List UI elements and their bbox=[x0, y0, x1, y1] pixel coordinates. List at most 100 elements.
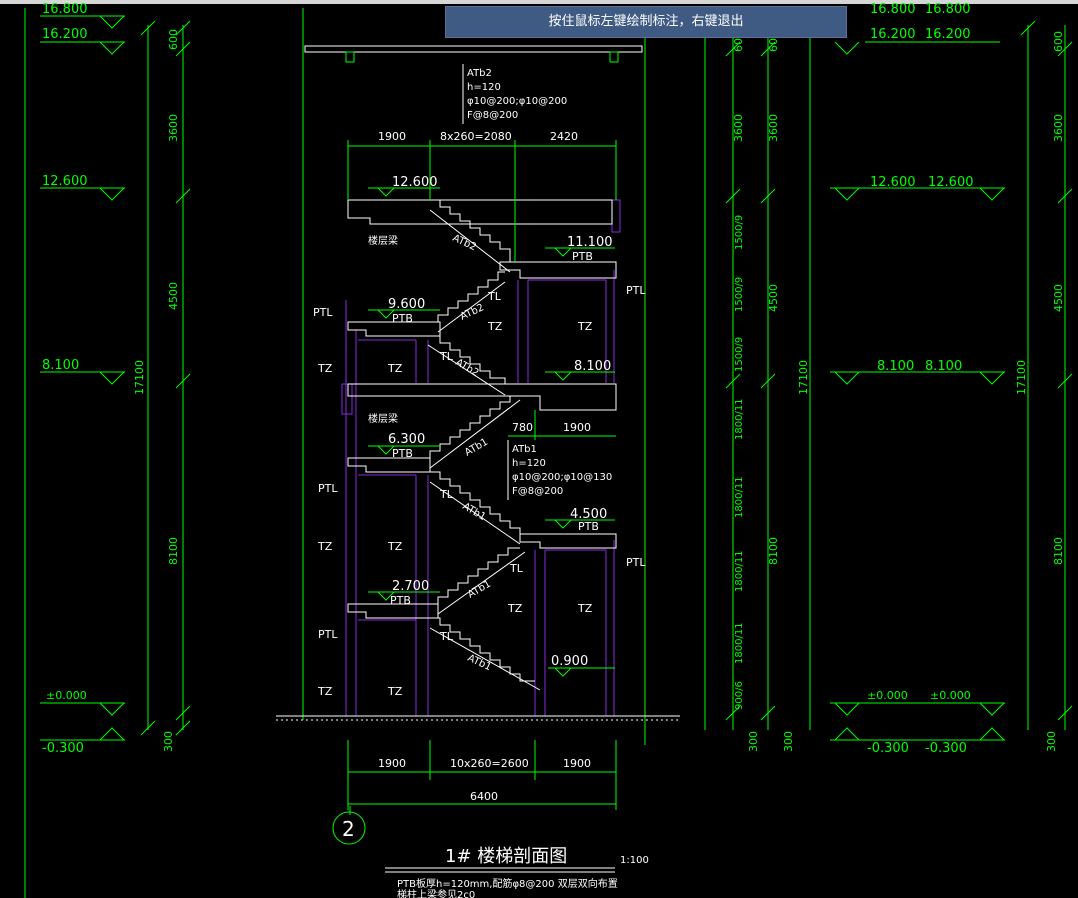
svg-text:TZ: TZ bbox=[577, 602, 593, 615]
svg-text:1800/11: 1800/11 bbox=[734, 476, 745, 518]
svg-text:12.600: 12.600 bbox=[870, 175, 916, 190]
drawing-title: 1# 楼梯剖面图 bbox=[445, 846, 567, 867]
svg-text:F@8@200: F@8@200 bbox=[512, 486, 563, 497]
svg-text:ATb1: ATb1 bbox=[461, 501, 488, 523]
svg-text:ATb2: ATb2 bbox=[451, 233, 478, 253]
svg-text:TZ: TZ bbox=[387, 362, 403, 375]
svg-text:16.800: 16.800 bbox=[925, 2, 971, 17]
level-text: 16.200 bbox=[42, 27, 88, 42]
dim-text: 3600 bbox=[167, 114, 180, 142]
svg-text:1500/9: 1500/9 bbox=[734, 337, 745, 372]
svg-text:600: 600 bbox=[1052, 31, 1065, 52]
level-text: 9.600 bbox=[388, 297, 425, 312]
svg-text:1800/11: 1800/11 bbox=[734, 550, 745, 592]
left-level-marker: 12.600 bbox=[40, 174, 125, 201]
svg-text:8100: 8100 bbox=[767, 537, 780, 565]
svg-text:1500/9: 1500/9 bbox=[734, 277, 745, 312]
left-level-marker: 16.800 bbox=[40, 2, 125, 29]
svg-text:PTB: PTB bbox=[578, 520, 599, 533]
svg-text:-0.300: -0.300 bbox=[925, 741, 967, 756]
level-text: 12.600 bbox=[42, 174, 88, 189]
svg-text:h=120: h=120 bbox=[467, 82, 501, 93]
svg-text:16.200: 16.200 bbox=[925, 27, 971, 42]
svg-text:TZ: TZ bbox=[317, 362, 333, 375]
svg-text:ATb1: ATb1 bbox=[466, 579, 493, 601]
dim-text: 600 bbox=[167, 29, 180, 50]
svg-text:TL: TL bbox=[509, 562, 524, 575]
svg-text:TZ: TZ bbox=[507, 602, 523, 615]
svg-text:φ10@200;φ10@130: φ10@200;φ10@130 bbox=[512, 472, 612, 483]
dim-text: 1900 bbox=[378, 757, 406, 770]
svg-text:4500: 4500 bbox=[767, 284, 780, 312]
svg-text:4500: 4500 bbox=[1052, 284, 1065, 312]
right-level-marker: 8.100 8.100 bbox=[830, 359, 1005, 385]
dim-text: 10x260=2600 bbox=[450, 757, 529, 770]
svg-text:ATb2: ATb2 bbox=[467, 68, 492, 79]
right-level-marker: 16.200 16.200 bbox=[834, 27, 1000, 55]
svg-text:-0.300: -0.300 bbox=[867, 741, 909, 756]
roof-slab bbox=[304, 45, 643, 53]
svg-text:17100: 17100 bbox=[1015, 360, 1028, 395]
level-text: 8.100 bbox=[574, 359, 611, 374]
svg-text:h=120: h=120 bbox=[512, 458, 546, 469]
svg-text:8.100: 8.100 bbox=[877, 359, 914, 374]
svg-text:PTB: PTB bbox=[390, 594, 411, 607]
svg-text:TZ: TZ bbox=[487, 320, 503, 333]
dim-text: 780 bbox=[512, 421, 533, 434]
svg-text:TZ: TZ bbox=[577, 320, 593, 333]
svg-text:PTL: PTL bbox=[318, 482, 338, 495]
dim-text: 1900 bbox=[563, 421, 591, 434]
left-level-marker: 16.200 bbox=[40, 27, 125, 55]
level-text: 8.100 bbox=[42, 358, 79, 373]
stair-section-drawing: 1900 8x260=2080 2420 1900 10x260=2600 19… bbox=[276, 8, 680, 898]
svg-text:PTB: PTB bbox=[392, 312, 413, 325]
dim-text: 4500 bbox=[167, 282, 180, 310]
svg-text:3600: 3600 bbox=[1052, 114, 1065, 142]
level-text: -0.300 bbox=[42, 741, 84, 756]
svg-text:16.800: 16.800 bbox=[870, 2, 916, 17]
drawing-note: PTB板厚h=120mm,配筋φ8@200 双层双向布置 bbox=[397, 877, 618, 890]
level-text: 16.800 bbox=[42, 2, 88, 17]
dim-text: 1900 bbox=[563, 757, 591, 770]
svg-text:1800/11: 1800/11 bbox=[734, 398, 745, 440]
dim-text: 8100 bbox=[167, 537, 180, 565]
dim-text: 1900 bbox=[378, 130, 406, 143]
right-level-marker: -0.300 -0.300 bbox=[830, 727, 1005, 756]
right-level-marker: ±0.000 ±0.000 bbox=[830, 689, 1005, 716]
svg-text:300: 300 bbox=[1045, 731, 1058, 752]
svg-text:1500/9: 1500/9 bbox=[734, 215, 745, 250]
dim-text: 6400 bbox=[470, 790, 498, 803]
svg-text:TZ: TZ bbox=[387, 685, 403, 698]
svg-text:900/6: 900/6 bbox=[734, 681, 745, 710]
svg-text:TZ: TZ bbox=[387, 540, 403, 553]
svg-text:PTL: PTL bbox=[313, 306, 333, 319]
level-text: 2.700 bbox=[392, 579, 429, 594]
right-level-marker: 16.800 16.800 bbox=[870, 2, 971, 17]
axis-bubble-label: 2 bbox=[342, 817, 355, 841]
svg-text:ATb2: ATb2 bbox=[459, 302, 486, 322]
level-text: 6.300 bbox=[388, 432, 425, 447]
left-elevation-panel: 16.800 16.200 12.600 8.100 ±0.000 -0.300… bbox=[24, 2, 191, 898]
cad-drawing-canvas[interactable]: 16.800 16.200 12.600 8.100 ±0.000 -0.300… bbox=[0, 0, 1078, 898]
right-level-marker: 12.600 12.600 bbox=[830, 175, 1005, 201]
svg-text:3600: 3600 bbox=[732, 114, 745, 142]
svg-text:φ10@200;φ10@200: φ10@200;φ10@200 bbox=[467, 96, 567, 107]
level-text: 0.900 bbox=[551, 654, 588, 669]
command-tooltip: 按住鼠标左键绘制标注，右键退出 bbox=[445, 6, 847, 38]
svg-text:TL: TL bbox=[487, 290, 502, 303]
component-labels: PTL PTL PTL PTL PTL PTB PTB PTB PTB PTB … bbox=[313, 233, 646, 698]
svg-text:300: 300 bbox=[782, 731, 795, 752]
svg-text:±0.000: ±0.000 bbox=[867, 689, 908, 702]
svg-text:PTL: PTL bbox=[626, 284, 646, 297]
roof-post bbox=[345, 51, 355, 63]
dim-text: 300 bbox=[162, 731, 175, 752]
svg-text:1800/11: 1800/11 bbox=[734, 622, 745, 664]
atb1-note: ATb1 h=120 φ10@200;φ10@130 F@8@200 bbox=[507, 440, 612, 500]
svg-text:TL: TL bbox=[439, 350, 454, 363]
svg-text:TL: TL bbox=[439, 488, 454, 501]
svg-text:300: 300 bbox=[747, 731, 760, 752]
svg-text:楼层梁: 楼层梁 bbox=[368, 234, 398, 247]
dim-text: 17100 bbox=[133, 360, 146, 395]
roof-post bbox=[609, 51, 619, 63]
drawing-scale: 1:100 bbox=[620, 855, 649, 866]
